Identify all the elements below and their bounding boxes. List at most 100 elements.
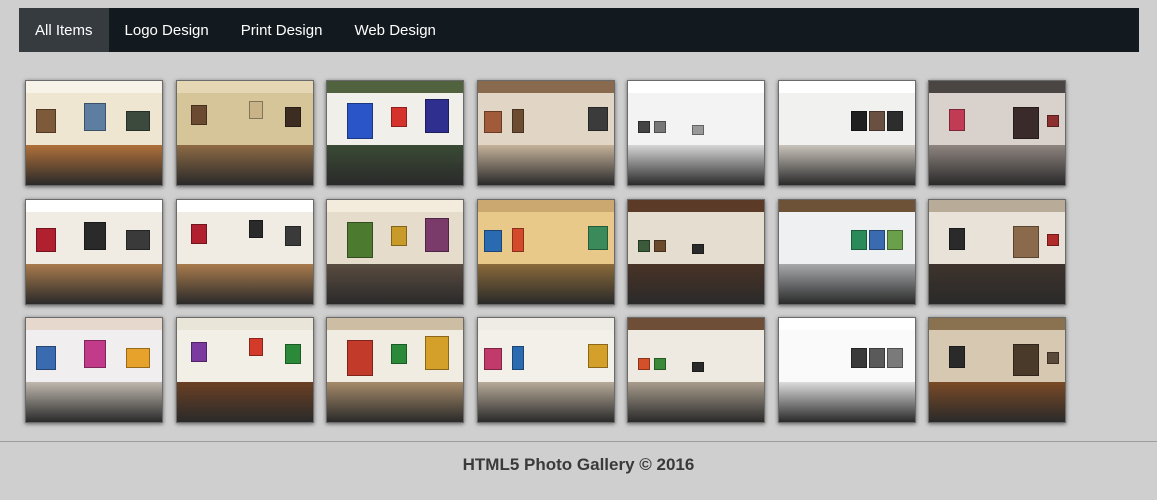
- artwork-frame: [248, 101, 263, 119]
- gallery-thumbnail[interactable]: [326, 317, 464, 423]
- thumbnail-ceiling: [26, 81, 162, 94]
- artwork-frame: [868, 229, 885, 250]
- artwork-frame: [1013, 107, 1039, 139]
- artwork-frame: [692, 362, 704, 372]
- artwork-frame: [949, 227, 965, 250]
- gallery-thumbnail[interactable]: [25, 317, 163, 423]
- thumbnail-floor: [327, 145, 463, 185]
- gallery-thumbnail[interactable]: [777, 317, 916, 423]
- artwork-frame: [36, 109, 56, 133]
- gallery-thumbnail[interactable]: [627, 317, 765, 423]
- gallery-thumbnail[interactable]: [476, 317, 615, 423]
- thumbnail-ceiling: [327, 318, 463, 331]
- artwork-frame: [483, 229, 502, 252]
- artwork-frame: [868, 111, 885, 131]
- artwork-frame: [190, 342, 207, 362]
- nav-tab-print-design[interactable]: Print Design: [225, 8, 339, 52]
- gallery-thumbnail[interactable]: [627, 198, 765, 305]
- thumbnail-ceiling: [26, 318, 162, 331]
- artwork-frame: [126, 348, 150, 368]
- artwork-frame: [190, 105, 207, 125]
- gallery-thumbnail[interactable]: [25, 198, 163, 305]
- artwork-frame: [511, 346, 524, 370]
- artwork-frame: [949, 346, 965, 368]
- artwork-frame: [850, 229, 867, 250]
- gallery-thumbnail[interactable]: [928, 317, 1066, 423]
- artwork-frame: [284, 225, 301, 246]
- thumbnail-ceiling: [477, 199, 614, 212]
- artwork-frame: [126, 229, 150, 250]
- artwork-frame: [654, 358, 666, 370]
- thumbnail-ceiling: [176, 81, 313, 94]
- thumbnail-floor: [929, 382, 1065, 422]
- thumbnail-ceiling: [176, 199, 313, 212]
- thumbnail-ceiling: [778, 318, 915, 331]
- artwork-frame: [1047, 115, 1059, 127]
- artwork-frame: [391, 344, 407, 364]
- thumbnail-floor: [778, 263, 915, 304]
- artwork-frame: [425, 99, 449, 133]
- gallery-thumbnail[interactable]: [476, 198, 615, 305]
- artwork-frame: [850, 111, 867, 131]
- gallery-thumbnail[interactable]: [476, 80, 615, 186]
- artwork-frame: [587, 344, 608, 368]
- gallery-thumbnail[interactable]: [777, 198, 916, 305]
- thumbnail-ceiling: [628, 199, 764, 212]
- artwork-frame: [347, 103, 373, 139]
- gallery-thumbnail[interactable]: [326, 198, 464, 305]
- artwork-frame: [84, 103, 106, 131]
- artwork-frame: [84, 340, 106, 368]
- thumbnail-floor: [929, 263, 1065, 304]
- gallery-thumbnail[interactable]: [175, 80, 314, 186]
- artwork-frame: [483, 348, 502, 370]
- gallery-thumbnail[interactable]: [326, 80, 464, 186]
- gallery-thumbnail[interactable]: [928, 198, 1066, 305]
- artwork-frame: [949, 109, 965, 131]
- artwork-frame: [638, 358, 650, 370]
- artwork-frame: [692, 243, 704, 254]
- thumbnail-floor: [929, 145, 1065, 185]
- artwork-frame: [511, 109, 524, 133]
- artwork-frame: [868, 348, 885, 368]
- artwork-frame: [347, 221, 373, 258]
- artwork-frame: [886, 111, 903, 131]
- artwork-frame: [284, 344, 301, 364]
- thumbnail-ceiling: [628, 318, 764, 331]
- thumbnail-floor: [477, 382, 614, 422]
- footer-divider: [0, 441, 1157, 442]
- thumbnail-ceiling: [778, 199, 915, 212]
- gallery-thumbnail[interactable]: [25, 80, 163, 186]
- gallery-thumbnail[interactable]: [175, 198, 314, 305]
- thumbnail-ceiling: [327, 81, 463, 94]
- category-nav: All Items Logo Design Print Design Web Desi…: [19, 8, 1139, 52]
- gallery-thumbnail[interactable]: [777, 80, 916, 186]
- thumbnail-floor: [477, 145, 614, 185]
- gallery-thumbnail[interactable]: [175, 317, 314, 423]
- artwork-frame: [126, 111, 150, 131]
- artwork-frame: [36, 346, 56, 370]
- thumbnail-floor: [477, 263, 614, 304]
- thumbnail-ceiling: [778, 81, 915, 94]
- thumbnail-floor: [176, 382, 313, 422]
- nav-tab-logo-design[interactable]: Logo Design: [109, 8, 225, 52]
- footer-copyright: HTML5 Photo Gallery © 2016: [462, 455, 695, 474]
- thumbnail-ceiling: [176, 318, 313, 331]
- artwork-frame: [347, 340, 373, 376]
- artwork-frame: [886, 348, 903, 368]
- gallery-thumbnail[interactable]: [627, 80, 765, 186]
- artwork-frame: [284, 107, 301, 127]
- gallery-thumbnail[interactable]: [928, 80, 1066, 186]
- thumbnail-ceiling: [929, 81, 1065, 94]
- thumbnail-floor: [628, 382, 764, 422]
- artwork-frame: [886, 229, 903, 250]
- artwork-frame: [654, 121, 666, 133]
- nav-tab-all-items[interactable]: All Items: [19, 8, 109, 52]
- artwork-frame: [1047, 233, 1059, 246]
- thumbnail-ceiling: [929, 199, 1065, 212]
- artwork-frame: [391, 107, 407, 127]
- thumbnail-ceiling: [477, 81, 614, 94]
- thumbnail-floor: [26, 382, 162, 422]
- thumbnail-floor: [176, 145, 313, 185]
- nav-tab-web-design[interactable]: Web Design: [338, 8, 451, 52]
- artwork-frame: [1047, 352, 1059, 364]
